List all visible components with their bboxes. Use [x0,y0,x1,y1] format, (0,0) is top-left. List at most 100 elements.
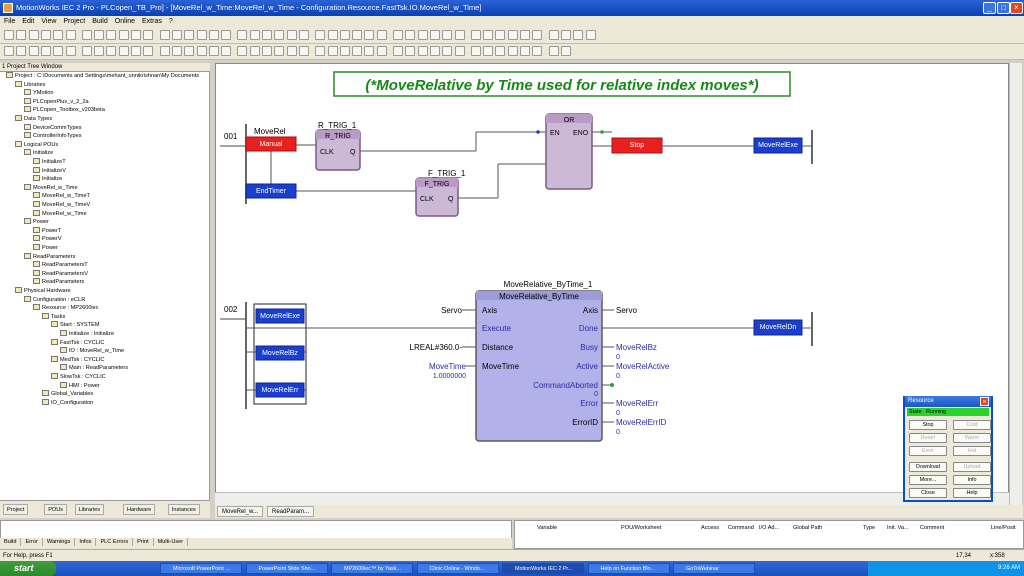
toolbar-button-2-1[interactable] [16,46,27,56]
toolbar-button-1-41[interactable] [532,30,543,40]
toolbar-button-1-2[interactable] [28,30,39,40]
start-button[interactable]: start [0,561,56,576]
toolbar-button-1-18[interactable] [237,30,248,40]
tree-node[interactable]: Physical Hardware [15,287,71,295]
toolbar-button-2-7[interactable] [94,46,105,56]
toolbar-button-1-3[interactable] [40,30,51,40]
toolbar-button-1-7[interactable] [94,30,105,40]
toolbar-button-2-4[interactable] [53,46,64,56]
toolbar-button-1-45[interactable] [585,30,596,40]
resource-close-icon[interactable]: × [980,397,989,406]
toolbar-button-2-42[interactable] [548,46,559,56]
toolbar-button-2-16[interactable] [208,46,219,56]
toolbar-button-1-35[interactable] [454,30,465,40]
menu-file[interactable]: File [4,18,15,25]
tree-node[interactable]: InitializeV [33,166,66,175]
resource-warm-button[interactable]: Warm [953,433,991,443]
toolbar-button-1-15[interactable] [196,30,207,40]
tree-node[interactable]: Tasks [42,312,65,321]
toolbar-button-2-5[interactable] [65,46,76,56]
tree-node[interactable]: ReadParametersV [33,269,88,278]
resource-download-button[interactable]: Download [909,462,947,472]
resource-close-button[interactable]: Close [909,488,947,498]
toolbar-button-1-29[interactable] [376,30,387,40]
tree-node[interactable]: SlowTsk : CYCLIC [51,373,106,381]
toolbar-button-2-25[interactable] [327,46,338,56]
tree-node[interactable]: Project : C:\Documents and Settings\meha… [6,72,199,80]
tab-pous[interactable]: POUs [44,504,68,515]
toolbar-button-1-32[interactable] [417,30,428,40]
toolbar-button-1-44[interactable] [573,30,584,40]
resource-more-button[interactable]: More... [909,475,947,485]
toolbar-button-2-27[interactable] [352,46,363,56]
menu-build[interactable]: Build [92,18,108,25]
taskbar-item[interactable]: MP2600iec™ by Yask... [331,563,413,574]
menu-project[interactable]: Project [63,18,85,25]
toolbar-button-2-43[interactable] [560,46,571,56]
tree-node[interactable]: PLCopenPlus_v_2_2a [24,97,89,106]
toolbar-button-2-2[interactable] [28,46,39,56]
menu-online[interactable]: Online [115,18,135,25]
menu-help[interactable]: ? [169,18,173,25]
tree-node[interactable]: ReadParameters [33,278,84,286]
taskbar-item[interactable]: PowerPoint Slide Sho... [245,563,328,574]
toolbar-button-1-22[interactable] [286,30,297,40]
toolbar-button-1-36[interactable] [470,30,481,40]
toolbar-button-1-5[interactable] [65,30,76,40]
tree-node[interactable]: Main : ReadParameters [60,364,128,372]
menu-view[interactable]: View [41,18,56,25]
taskbar-item[interactable]: Microsoft PowerPoint ... [160,563,242,574]
toolbar-button-2-32[interactable] [417,46,428,56]
document-tab[interactable]: MoveRel_w... [217,506,264,517]
toolbar-button-1-12[interactable] [159,30,170,40]
tree-node[interactable]: Power [24,218,49,226]
close-button[interactable]: × [1010,2,1023,14]
toolbar-button-1-42[interactable] [548,30,559,40]
toolbar-button-2-15[interactable] [196,46,207,56]
toolbar-button-2-30[interactable] [393,46,403,56]
tree-node[interactable]: Initialize [33,175,62,183]
toolbar-button-2-21[interactable] [274,46,285,56]
tree-node[interactable]: Libraries [15,80,45,89]
toolbar-button-1-28[interactable] [364,30,375,40]
tree-node[interactable]: FastTsk : CYCLIC [51,338,104,347]
toolbar-button-2-37[interactable] [483,46,494,56]
toolbar-button-2-36[interactable] [470,46,481,56]
toolbar-button-2-41[interactable] [532,46,543,56]
toolbar-button-1-37[interactable] [483,30,494,40]
output-tab-multiuser[interactable]: Multi-User [154,538,189,546]
or-block[interactable] [545,113,593,190]
maximize-button[interactable]: □ [997,2,1010,14]
taskbar-item[interactable]: Clinic Online - Windo... [416,563,499,574]
resource-info-button[interactable]: Info [953,475,991,485]
menu-extras[interactable]: Extras [142,18,162,25]
tree-node[interactable]: ReadParametersT [33,261,88,269]
toolbar-button-2-26[interactable] [339,46,350,56]
output-tab-infos[interactable]: Infos [75,538,97,546]
resource-upload-button[interactable]: Upload [953,462,991,472]
tree-node[interactable]: Initialize [24,149,53,157]
toolbar-button-1-17[interactable] [221,30,232,40]
toolbar-button-2-0[interactable] [4,46,14,56]
tree-node[interactable]: ControllerInfoTypes [24,132,82,140]
toolbar-button-1-39[interactable] [507,30,518,40]
tab-hardware[interactable]: Hardware [123,504,156,515]
output-tab-plcerrors[interactable]: PLC Errors [96,538,134,546]
toolbar-button-2-35[interactable] [454,46,465,56]
resource-cold-button[interactable]: Cold [953,420,991,430]
toolbar-button-1-43[interactable] [560,30,571,40]
project-tree[interactable]: Project : C:\Documents and Settings\meha… [0,72,210,500]
toolbar-button-2-40[interactable] [520,46,530,56]
toolbar-button-2-39[interactable] [507,46,518,56]
toolbar-button-2-14[interactable] [184,46,195,56]
toolbar-button-2-31[interactable] [405,46,416,56]
toolbar-button-1-11[interactable] [143,30,154,40]
toolbar-button-2-34[interactable] [442,46,453,56]
minimize-button[interactable]: _ [983,2,996,14]
toolbar-button-1-9[interactable] [118,30,129,40]
toolbar-button-2-19[interactable] [249,46,260,56]
tree-node[interactable]: ReadParameters [24,252,75,261]
toolbar-button-1-8[interactable] [106,30,117,40]
output-tab-print[interactable]: Print [133,538,154,546]
toolbar-button-1-30[interactable] [393,30,403,40]
